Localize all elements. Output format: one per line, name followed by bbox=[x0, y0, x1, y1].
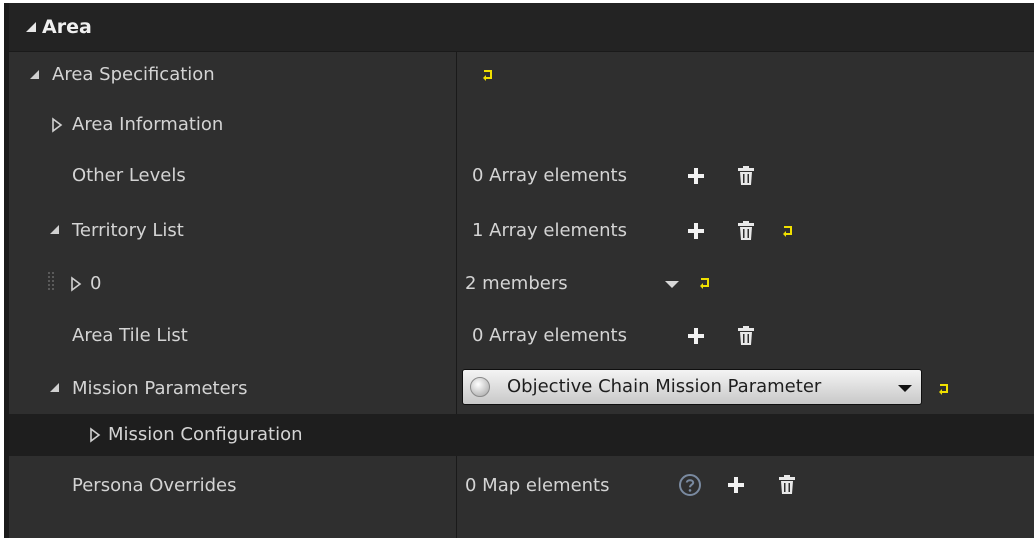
reset-to-default-icon[interactable] bbox=[481, 68, 495, 82]
territory-item-index: 0 bbox=[90, 273, 102, 294]
territory-list-label: Territory List bbox=[72, 220, 184, 241]
collapse-arrow-icon[interactable] bbox=[26, 22, 36, 32]
help-icon[interactable] bbox=[678, 473, 702, 497]
chevron-down-icon[interactable] bbox=[898, 385, 912, 392]
territory-item-members[interactable]: 2 members bbox=[465, 272, 568, 296]
expand-arrow-icon[interactable] bbox=[70, 276, 82, 292]
drag-handle-icon[interactable] bbox=[48, 272, 56, 294]
plus-icon[interactable] bbox=[687, 327, 705, 345]
reset-to-default-icon[interactable] bbox=[698, 276, 712, 290]
area-specification-label: Area Specification bbox=[52, 64, 215, 85]
persona-overrides-label: Persona Overrides bbox=[72, 475, 237, 496]
row-other-levels: Other Levels 0 Array elements bbox=[4, 151, 1034, 201]
mission-configuration-label: Mission Configuration bbox=[108, 424, 303, 445]
collapse-arrow-icon[interactable] bbox=[30, 70, 39, 79]
area-tile-list-value: 0 Array elements bbox=[472, 325, 627, 346]
row-territory-list: Territory List 1 Array elements bbox=[4, 201, 1034, 259]
trash-icon[interactable] bbox=[778, 475, 796, 495]
area-tile-list-label: Area Tile List bbox=[72, 325, 188, 346]
expand-arrow-icon[interactable] bbox=[89, 427, 101, 443]
mission-parameter-combo[interactable]: Objective Chain Mission Parameter bbox=[462, 369, 922, 405]
row-persona-overrides: Persona Overrides 0 Map elements bbox=[4, 459, 1034, 515]
row-area-tile-list: Area Tile List 0 Array elements bbox=[4, 309, 1034, 361]
reset-to-default-icon[interactable] bbox=[937, 382, 951, 396]
row-mission-configuration[interactable]: Mission Configuration bbox=[4, 414, 1034, 456]
plus-icon[interactable] bbox=[687, 222, 705, 240]
other-levels-value: 0 Array elements bbox=[472, 165, 627, 186]
trash-icon[interactable] bbox=[737, 221, 755, 241]
area-category-header[interactable]: Area bbox=[4, 3, 1034, 52]
reset-to-default-icon[interactable] bbox=[781, 224, 795, 238]
persona-overrides-value: 0 Map elements bbox=[465, 475, 610, 496]
row-area-information: Area Information bbox=[4, 101, 1034, 151]
row-area-specification: Area Specification bbox=[4, 51, 1034, 101]
asset-radio-icon bbox=[470, 377, 490, 397]
mission-parameters-label: Mission Parameters bbox=[72, 378, 248, 399]
panel-left-edge bbox=[4, 3, 9, 538]
row-territory-item-0: 0 2 members bbox=[4, 259, 1034, 309]
collapse-arrow-icon[interactable] bbox=[50, 225, 59, 234]
plus-icon[interactable] bbox=[727, 476, 745, 494]
other-levels-label: Other Levels bbox=[72, 165, 186, 186]
chevron-down-icon[interactable] bbox=[665, 281, 679, 288]
plus-icon[interactable] bbox=[687, 167, 705, 185]
trash-icon[interactable] bbox=[737, 326, 755, 346]
collapse-arrow-icon[interactable] bbox=[50, 383, 59, 392]
category-title: Area bbox=[42, 16, 92, 38]
area-information-label: Area Information bbox=[72, 114, 224, 135]
trash-icon[interactable] bbox=[737, 166, 755, 186]
mission-parameter-selected: Objective Chain Mission Parameter bbox=[507, 376, 822, 397]
territory-list-value: 1 Array elements bbox=[472, 220, 627, 241]
expand-arrow-icon[interactable] bbox=[51, 117, 63, 133]
details-panel: Area Area Specification Area Information… bbox=[4, 3, 1034, 538]
